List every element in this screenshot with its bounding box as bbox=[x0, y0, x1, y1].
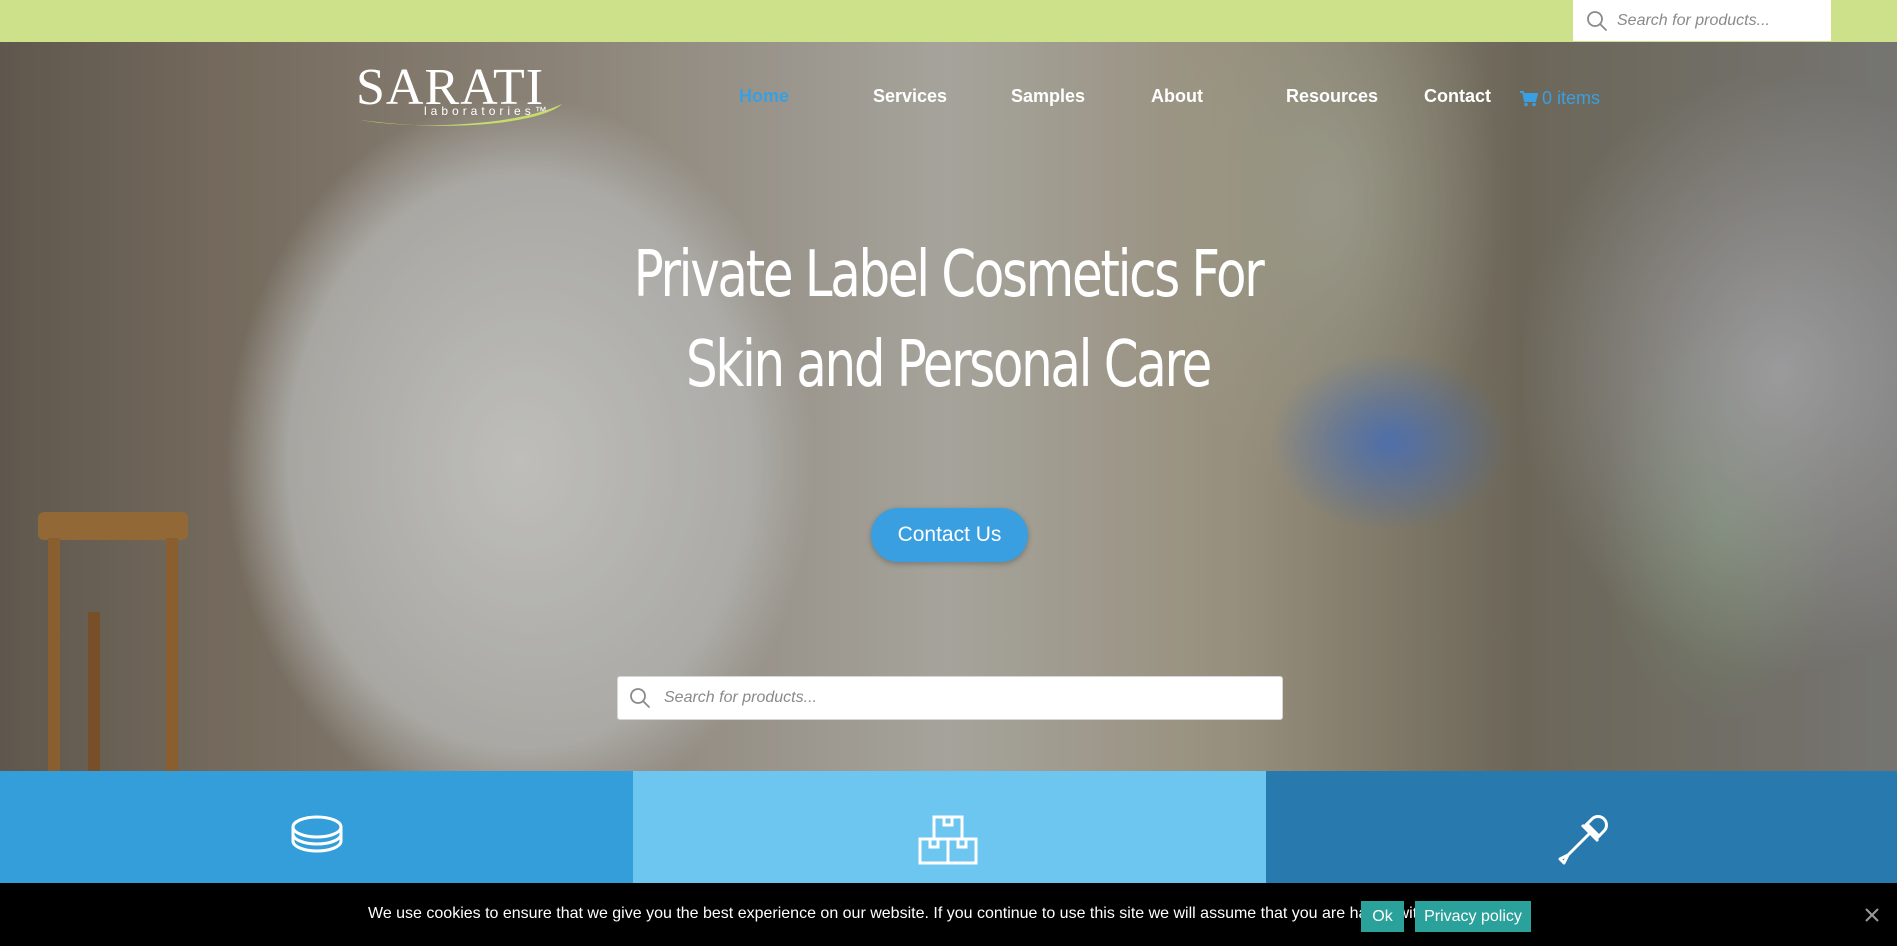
cart-link[interactable]: 0 items bbox=[1520, 88, 1600, 109]
hero-search-input[interactable] bbox=[664, 689, 1224, 707]
headline-line-2: Skin and Personal Care bbox=[686, 328, 1212, 402]
top-search-box[interactable] bbox=[1573, 0, 1831, 41]
nav-contact[interactable]: Contact bbox=[1424, 86, 1491, 107]
hero-search-box[interactable] bbox=[617, 676, 1283, 720]
site-logo[interactable]: SARATI laboratories™ bbox=[356, 60, 566, 130]
top-search-input[interactable] bbox=[1617, 11, 1817, 30]
cookie-ok-button[interactable]: Ok bbox=[1361, 901, 1404, 932]
search-icon bbox=[1587, 10, 1607, 31]
cart-icon bbox=[1520, 90, 1538, 106]
top-bar bbox=[0, 0, 1897, 42]
logo-subtitle: laboratories™ bbox=[424, 104, 551, 118]
feature-tile-1[interactable] bbox=[0, 771, 633, 883]
cart-count: 0 items bbox=[1542, 88, 1601, 108]
nav-resources[interactable]: Resources bbox=[1286, 86, 1378, 107]
dropper-icon bbox=[1558, 815, 1608, 865]
close-icon[interactable] bbox=[1862, 905, 1882, 925]
nav-samples[interactable]: Samples bbox=[1011, 86, 1085, 107]
capsule-icon bbox=[291, 815, 343, 853]
cookie-consent-bar: We use cookies to ensure that we give yo… bbox=[0, 883, 1897, 946]
contact-us-button[interactable]: Contact Us bbox=[871, 508, 1028, 562]
hero-headline: Private Label Cosmetics For Skin and Per… bbox=[558, 230, 1338, 410]
nav-services[interactable]: Services bbox=[873, 86, 947, 107]
boxes-icon bbox=[918, 815, 978, 865]
search-icon bbox=[630, 688, 650, 708]
nav-about[interactable]: About bbox=[1151, 86, 1203, 107]
cookie-message: We use cookies to ensure that we give yo… bbox=[368, 905, 1443, 922]
headline-line-1: Private Label Cosmetics For bbox=[633, 238, 1265, 312]
nav-home[interactable]: Home bbox=[739, 86, 789, 107]
privacy-policy-button[interactable]: Privacy policy bbox=[1415, 901, 1531, 932]
feature-tile-3[interactable] bbox=[1266, 771, 1897, 883]
feature-tile-2[interactable] bbox=[633, 771, 1266, 883]
